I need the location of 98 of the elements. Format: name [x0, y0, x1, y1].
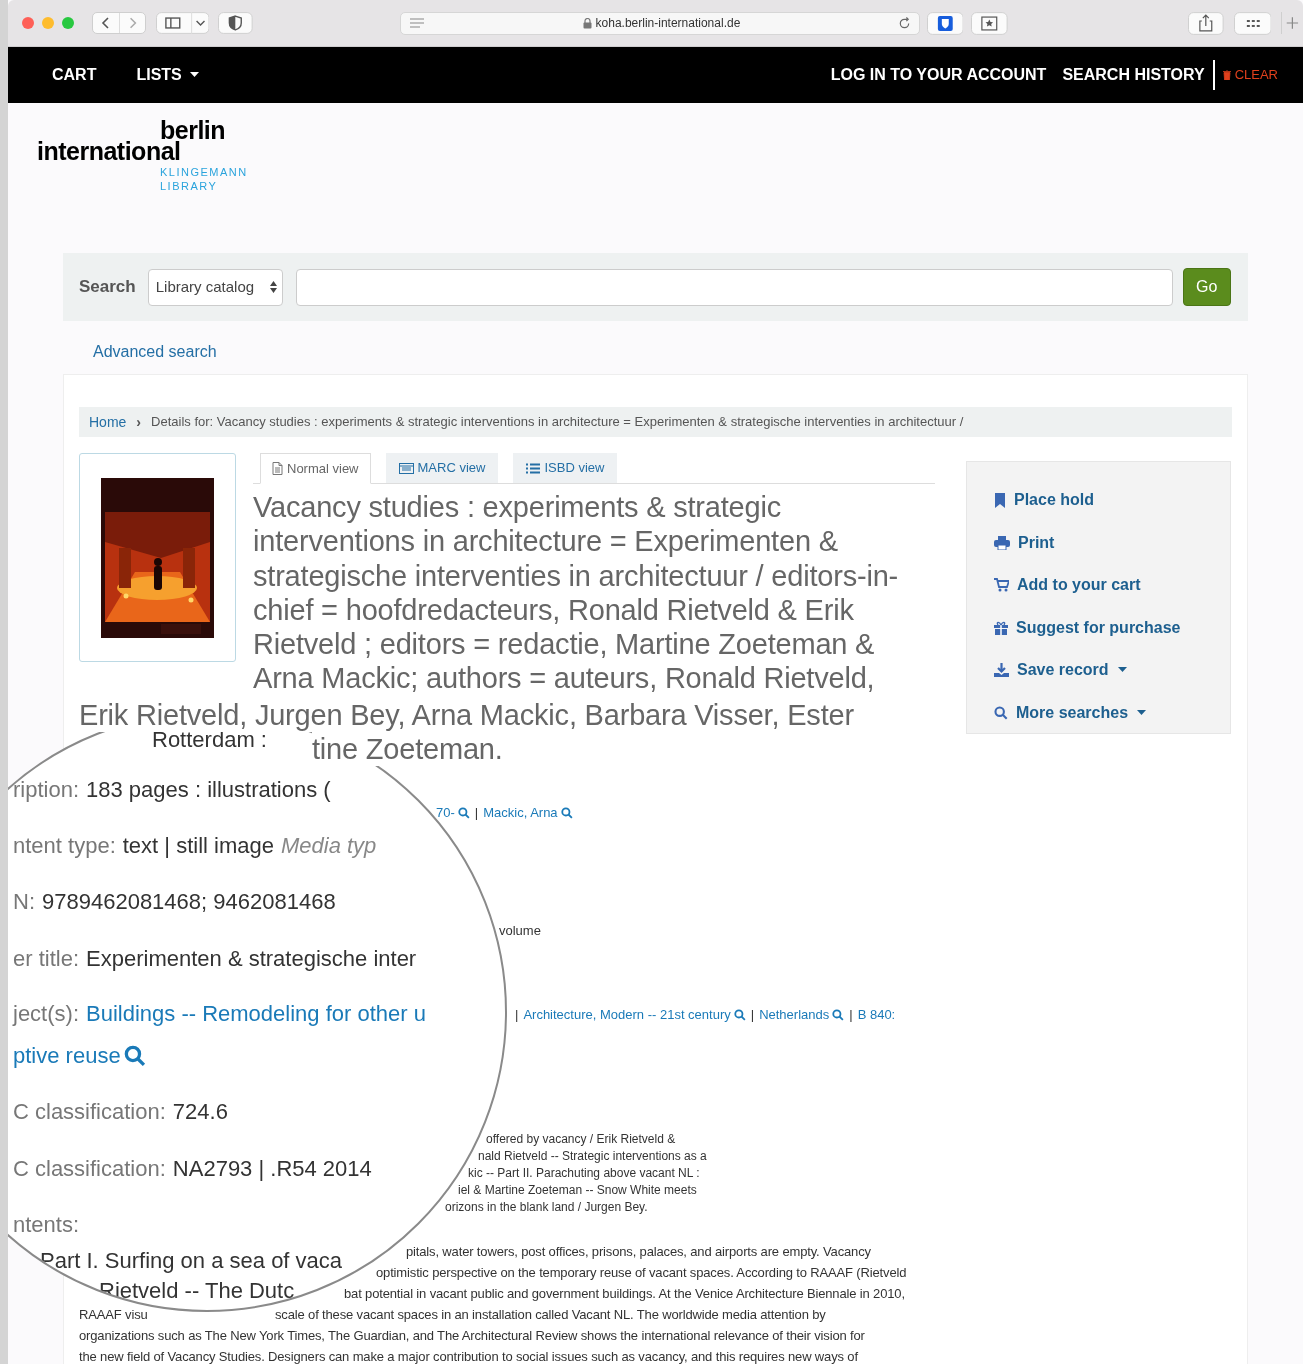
- sidebar-button[interactable]: [156, 12, 210, 34]
- subject-link[interactable]: Architecture, Modern -- 21st century: [523, 1005, 746, 1025]
- contents-text: nald Rietveld -- Strategic interventions as a: [478, 1149, 707, 1163]
- subject-link[interactable]: Mackic, Arna: [483, 803, 573, 823]
- field-label: C classification:: [13, 1155, 166, 1183]
- printer-icon: [994, 535, 1010, 550]
- nav-link[interactable]: CART: [52, 63, 97, 87]
- search-label: Search: [79, 276, 136, 299]
- abstract-text: scale of these vacant spaces in an installation called Vacant NL. The worldwide media attention by: [275, 1306, 826, 1324]
- abstract-text: the new field of Vacancy Studies. Designers can make a major contribution to social issues such as vacancy, and this requires new ways of: [79, 1348, 858, 1364]
- action-link[interactable]: Suggest for purchase: [994, 606, 1181, 649]
- clear-link[interactable]: CLEAR: [1222, 65, 1278, 85]
- contents-text: orizons in the blank land / Jurgen Bey.: [445, 1200, 648, 1214]
- updown-arrows-icon: [269, 281, 277, 293]
- field-value: text | still image: [122, 832, 274, 860]
- subject-link[interactable]: B 840:: [857, 1005, 896, 1025]
- extension-button[interactable]: [926, 11, 964, 35]
- breadcrumb-link[interactable]: Home: [89, 411, 127, 433]
- abstract-text: organizations such as The New York Times, The Guardian, and The Architectural Review shows the international relevance of their vision for: [79, 1327, 865, 1345]
- breadcrumb-separator: ›: [136, 412, 142, 432]
- abstract-text: bat potential in vacant public and government buildings. At the Venice Architecture Biennale in 2010,: [344, 1285, 905, 1303]
- view-tab[interactable]: MARC view: [385, 453, 499, 483]
- bookmark-star-button[interactable]: [971, 11, 1008, 35]
- search-icon: [994, 705, 1008, 720]
- separator: |: [750, 1006, 755, 1025]
- nav-link[interactable]: LISTS: [136, 63, 199, 87]
- list-icon: [526, 462, 541, 474]
- privacy-shield-button[interactable]: [218, 12, 254, 34]
- action-link[interactable]: Save record: [994, 649, 1127, 692]
- tab-overview-button[interactable]: [1233, 11, 1272, 35]
- breadcrumb-text: Details for: Vacancy studies : experiments & strategic interventions in architecture = Experimenten & strategische interventies in architectuur /: [151, 413, 964, 432]
- window-control-icon[interactable]: [62, 17, 74, 29]
- field-label: ntent type:: [13, 832, 116, 860]
- contents-text: offered by vacancy / Erik Rietveld &: [486, 1132, 676, 1146]
- address-bar[interactable]: koha.berlin-international.de: [400, 11, 920, 35]
- nav-link[interactable]: SEARCH HISTORY: [1062, 63, 1205, 87]
- lock-icon: [582, 17, 592, 29]
- go-button[interactable]: Go: [1182, 268, 1231, 306]
- subject-link[interactable]: ptive reuse: [13, 1041, 146, 1071]
- logo-text: LIBRARY: [160, 181, 219, 192]
- subject-link[interactable]: Netherlands: [759, 1005, 845, 1025]
- nav-link[interactable]: LOG IN TO YOUR ACCOUNT: [830, 63, 1047, 87]
- window-control-icon[interactable]: [22, 17, 34, 29]
- subject-link[interactable]: Buildings -- Remodeling for other u: [86, 999, 426, 1029]
- record-title: Vacancy studies : experiments & strategic interventions in architecture = Experimenten & strategische interventies in architectuur / editors-in-chief = hoofdredacteurs, Ronald Rietveld & Erik Rietveld ; editors = redactie, Martine Zoeteman & Arna Mackic; authors = auteurs, Ronald Rietveld,: [253, 490, 899, 696]
- advanced-search-link[interactable]: Advanced search: [93, 340, 217, 364]
- contents-text: kic -- Part II. Parachuting above vacant NL :: [468, 1166, 700, 1180]
- document-icon: [272, 462, 283, 475]
- download-icon: [994, 663, 1009, 678]
- caret-icon: [1117, 667, 1127, 674]
- search-icon: [560, 807, 573, 819]
- window-icon: [398, 462, 414, 474]
- search-icon: [733, 1009, 746, 1021]
- logo-text: KLINGEMANN: [160, 167, 249, 178]
- gift-icon: [994, 620, 1008, 635]
- search-icon: [123, 1045, 146, 1067]
- field-value: 9789462081468; 9462081468: [42, 888, 336, 916]
- url-text: koha.berlin-international.de: [595, 15, 741, 32]
- field-label: Media typ: [280, 832, 377, 860]
- search-field[interactable]: [295, 268, 1173, 306]
- abstract-text: RAAAF visu: [79, 1306, 149, 1324]
- trash-icon: [1222, 70, 1231, 80]
- field-label: er title:: [13, 945, 80, 973]
- logo-text: international: [37, 139, 181, 164]
- abstract-text: optimistic perspective on the temporary reuse of vacant spaces. According to RAAAF (Rietveld: [376, 1264, 907, 1282]
- view-tab[interactable]: ISBD view: [513, 453, 618, 483]
- action-link[interactable]: Add to your cart: [994, 564, 1141, 607]
- share-button[interactable]: [1188, 11, 1224, 35]
- action-link[interactable]: Place hold: [994, 479, 1095, 522]
- subject-link[interactable]: 70-: [436, 803, 470, 823]
- search-icon: [457, 807, 470, 819]
- separator: |: [515, 1006, 519, 1025]
- abstract-text: pitals, water towers, post offices, prisons, palaces, and airports are empty. Vacancy: [406, 1243, 871, 1261]
- reload-icon[interactable]: [897, 16, 911, 30]
- cart-icon: [994, 578, 1009, 593]
- field-label: ject(s):: [13, 1000, 79, 1028]
- field-label: C classification:: [13, 1098, 166, 1126]
- field-value: volume: [499, 922, 541, 941]
- view-tab[interactable]: Normal view: [260, 453, 371, 484]
- caret-icon: [1137, 709, 1147, 716]
- field-value: 724.6: [172, 1098, 228, 1126]
- field-value: NA2793 | .R54 2014: [172, 1155, 372, 1183]
- bookmark-icon: [994, 492, 1006, 508]
- field-value: Experimenten & strategische inter: [86, 945, 417, 973]
- action-link[interactable]: Print: [994, 521, 1055, 564]
- reader-icon[interactable]: [409, 17, 426, 29]
- contents-text: iel & Martine Zoeteman -- Snow White meets: [458, 1183, 697, 1197]
- search-icon: [832, 1009, 845, 1021]
- field-label: ription:: [13, 776, 80, 804]
- field-label: ntents:: [13, 1211, 80, 1239]
- separator: |: [849, 1006, 853, 1025]
- action-link[interactable]: More searches: [994, 691, 1147, 734]
- scope-select[interactable]: Library catalog: [147, 268, 283, 306]
- caret-icon: [189, 72, 199, 78]
- separator: |: [474, 804, 479, 823]
- field-value: 183 pages : illustrations (: [86, 776, 331, 804]
- field-label: N:: [13, 888, 35, 916]
- record-title-end: tine Zoeteman.: [312, 732, 503, 766]
